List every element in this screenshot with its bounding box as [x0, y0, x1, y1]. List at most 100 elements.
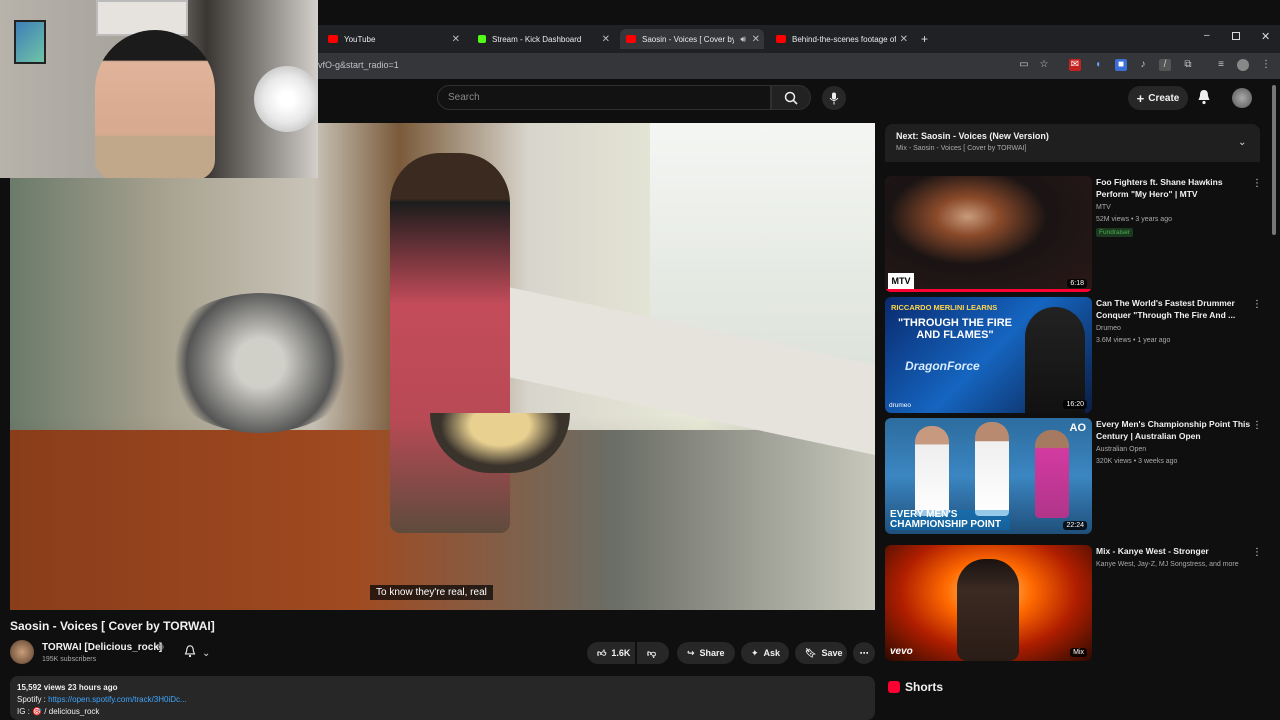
tab-behind-the-scenes[interactable]: Behind-the-scenes footage of ✕ — [770, 29, 912, 49]
extension-icon[interactable]: ■ — [1115, 59, 1127, 71]
video-thumbnail[interactable]: MTV 6:18 — [885, 176, 1092, 292]
channel-avatar[interactable] — [10, 640, 34, 664]
thumbnail-player — [975, 422, 1009, 516]
recommendation-meta: 320K views • 3 weeks ago — [1096, 458, 1178, 465]
chevron-down-icon: ⌄ — [202, 647, 211, 659]
close-icon[interactable]: ✕ — [900, 34, 908, 45]
youtube-favicon-icon — [776, 35, 786, 43]
tab-label: Saosin - Voices [ Cover by T — [642, 34, 734, 44]
subscriber-count: 195K subscribers — [42, 656, 97, 663]
video-duration: 22:24 — [1063, 521, 1087, 530]
webcam-wall-poster — [14, 20, 46, 64]
thumbnail-text: EVERY MEN'S CHAMPIONSHIP POINT — [890, 510, 1010, 530]
more-actions-button[interactable]: ⋯ — [853, 642, 875, 664]
recommendation-channel: Kanye West, Jay-Z, MJ Songstress, and mo… — [1096, 561, 1239, 568]
extension-icon[interactable]: ◖ — [1092, 59, 1104, 71]
bell-icon — [184, 645, 196, 661]
cast-icon[interactable]: ▭ — [1018, 59, 1030, 71]
thumbnail-drummer — [1025, 307, 1085, 413]
thumbnail-brand: drumeo — [889, 402, 912, 409]
notifications-button[interactable] — [1197, 89, 1211, 110]
thumbs-up-icon: 👍︎ — [597, 647, 607, 658]
more-vertical-icon[interactable]: ⋮ — [1252, 420, 1262, 431]
sparkle-icon: ✦ — [751, 647, 759, 658]
youtube-favicon-icon — [328, 35, 338, 43]
restore-icon[interactable] — [1232, 32, 1240, 40]
close-icon[interactable]: ✕ — [602, 34, 610, 45]
volume-extension-icon[interactable]: ♪ — [1137, 59, 1149, 71]
more-vertical-icon[interactable]: ⋮ — [1252, 178, 1262, 189]
webcam-overlay — [0, 0, 318, 178]
chevron-down-icon[interactable]: ⌄ — [1238, 137, 1246, 148]
speaker-icon[interactable]: 🔊︎ — [740, 34, 746, 45]
tab-saosin-voices[interactable]: Saosin - Voices [ Cover by T 🔊︎ ✕ — [620, 29, 764, 49]
more-vertical-icon[interactable]: ⋮ — [1252, 547, 1262, 558]
browser-menu-icon[interactable]: ⋮ — [1260, 59, 1272, 71]
media-control-icon[interactable]: ≡ — [1215, 59, 1227, 71]
shorts-icon — [888, 681, 900, 693]
channel-name[interactable]: TORWAI [Delicious_rock] — [42, 642, 162, 653]
search-icon — [784, 91, 798, 105]
tab-label: Behind-the-scenes footage of — [792, 34, 896, 44]
profile-avatar-icon[interactable] — [1237, 59, 1249, 71]
url-field[interactable]: vfO-g&start_radio=1 — [318, 60, 399, 70]
recommendation-meta: 3.6M views • 1 year ago — [1096, 337, 1171, 344]
video-duration: 16:20 — [1063, 400, 1087, 409]
watch-progress-bar — [885, 289, 1092, 292]
webcam-fan — [254, 66, 318, 132]
video-duration: Mix — [1070, 648, 1087, 657]
close-icon[interactable]: ✕ — [452, 34, 460, 45]
subscription-notifications-button[interactable]: ⌄ — [184, 644, 224, 662]
bookmark-star-icon[interactable]: ☆ — [1038, 59, 1050, 71]
video-player[interactable] — [10, 123, 875, 610]
account-avatar[interactable] — [1232, 88, 1252, 108]
webcam-streamer — [95, 30, 215, 178]
create-label: Create — [1148, 92, 1180, 104]
voice-search-button[interactable] — [822, 86, 846, 110]
bookmark-icon: 🔖︎ — [805, 647, 817, 658]
video-thumbnail[interactable]: vevo Mix — [885, 545, 1092, 661]
tab-kick-dashboard[interactable]: Stream - Kick Dashboard ✕ — [472, 29, 614, 49]
views-and-date: 15,592 views 23 hours ago — [17, 683, 118, 692]
save-button[interactable]: 🔖︎ Save — [795, 642, 847, 664]
save-label: Save — [821, 648, 843, 658]
search-input[interactable]: Search — [437, 85, 771, 110]
scrollbar-thumb[interactable] — [1272, 85, 1276, 235]
ask-button[interactable]: ✦ Ask — [741, 642, 789, 664]
share-button[interactable]: ↪ Share — [677, 642, 735, 664]
recommendation-channel: MTV — [1096, 204, 1111, 211]
microphone-icon — [829, 92, 839, 104]
spotify-link[interactable]: https://open.spotify.com/track/3H0iDc... — [48, 695, 187, 704]
kick-favicon-icon — [478, 35, 486, 43]
more-vertical-icon[interactable]: ⋮ — [1252, 299, 1262, 310]
tab-label: YouTube — [344, 34, 376, 44]
extensions-puzzle-icon[interactable]: ⧉ — [1182, 59, 1194, 71]
extension-icon[interactable]: / — [1159, 59, 1171, 71]
thumbnail-player — [915, 426, 949, 516]
thumbs-down-icon: 👎︎ — [647, 647, 657, 658]
up-next-panel[interactable]: Next: Saosin - Voices (New Version) Mix … — [885, 124, 1260, 162]
video-thumbnail[interactable]: AO EVERY MEN'S CHAMPIONSHIP POINT 22:24 — [885, 418, 1092, 534]
extension-icon[interactable]: ✉ — [1069, 59, 1081, 71]
window-close-icon[interactable]: ✕ — [1261, 30, 1270, 43]
tab-youtube[interactable]: YouTube ✕ — [322, 29, 464, 49]
video-frame-drumkit — [160, 293, 360, 433]
verified-check-icon: ◉ — [157, 642, 164, 651]
dislike-button[interactable]: 👎︎ — [637, 642, 669, 664]
video-frame-cook — [390, 153, 510, 533]
share-icon: ↪ — [687, 647, 695, 658]
thumbnail-band-logo: DragonForce — [905, 359, 980, 373]
search-button[interactable] — [771, 85, 811, 110]
video-thumbnail[interactable]: RICCARDO MERLINI LEARNS "THROUGH THE FIR… — [885, 297, 1092, 413]
minimize-icon[interactable]: – — [1204, 30, 1210, 41]
tab-label: Stream - Kick Dashboard — [492, 34, 582, 44]
shorts-heading: Shorts — [905, 680, 944, 694]
fundraiser-badge: Fundraiser — [1096, 228, 1134, 237]
close-icon[interactable]: ✕ — [752, 34, 760, 45]
like-button[interactable]: 👍︎ 1.6K — [587, 642, 635, 664]
new-tab-icon[interactable]: + — [921, 32, 928, 46]
description-box[interactable]: 15,592 views 23 hours ago Spotify : http… — [10, 676, 875, 720]
recommendation-channel: Drumeo — [1096, 325, 1121, 332]
create-button[interactable]: + Create — [1128, 86, 1188, 110]
like-count: 1.6K — [611, 648, 631, 658]
